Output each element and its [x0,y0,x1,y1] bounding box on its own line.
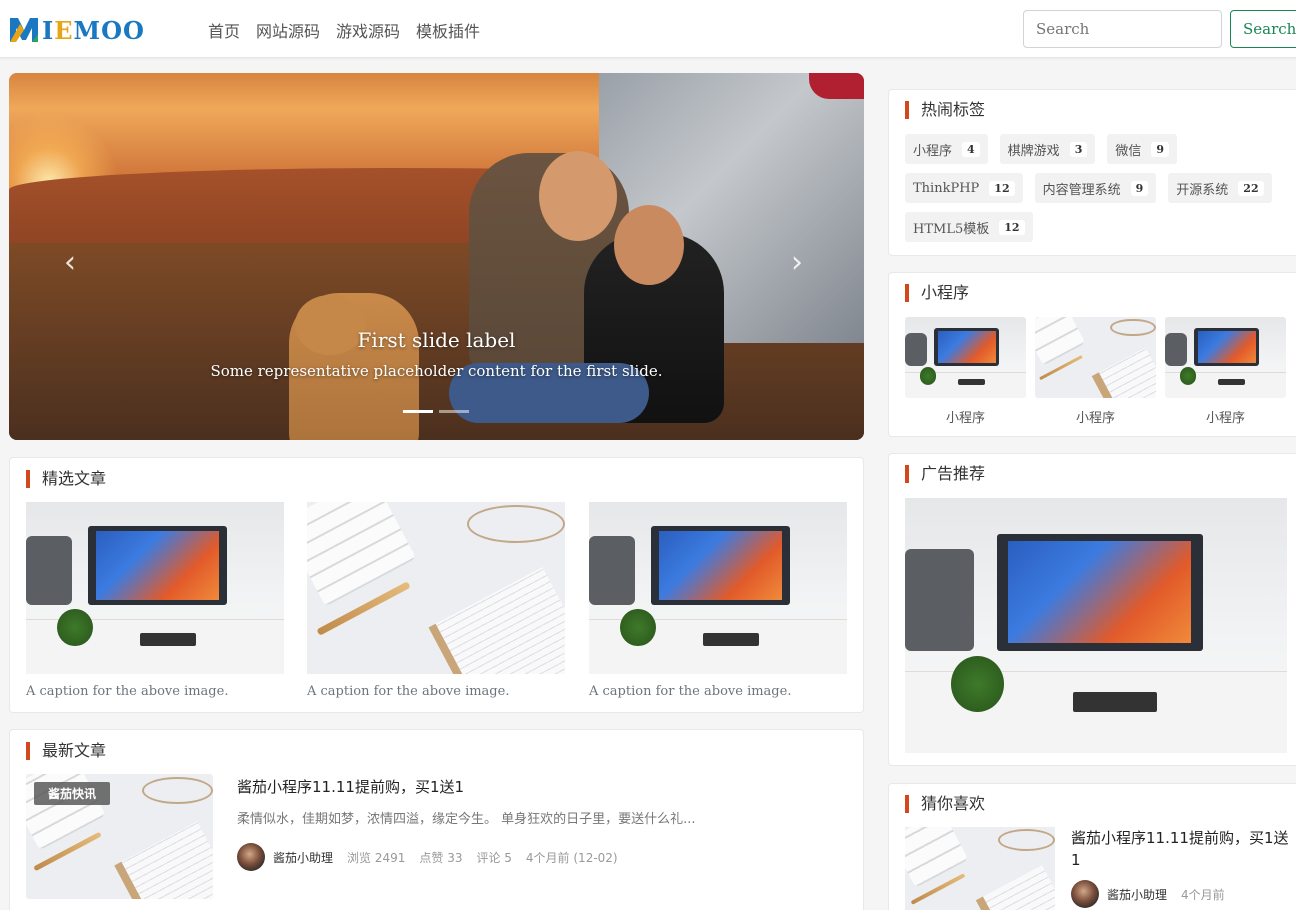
nav-item-site-source[interactable]: 网站源码 [256,18,320,42]
mini-title: 小程序 [905,284,969,302]
chevron-right-icon[interactable]: › [791,245,803,280]
chevron-left-icon[interactable]: ‹ [64,245,76,280]
guess-article-title[interactable]: 酱茄小程序11.11提前购，买1送1 [1071,827,1295,871]
carousel-indicator-2[interactable] [439,410,469,413]
search-input[interactable] [1023,10,1222,48]
mini-program-label[interactable]: 小程序 [1035,407,1156,426]
mini-programs-card: 小程序 小程序 小程序 小程序 [888,272,1296,437]
post-time: 4个月前 (12-02) [525,850,618,865]
tag-item[interactable]: ThinkPHP 12 [905,173,1023,203]
featured-articles-card: 精选文章 A caption for the above image. A ca… [9,457,864,713]
latest-article-excerpt: 柔情似水，佳期如梦，浓情四溢，缘定今生。 单身狂欢的日子里，要送什么礼... [237,812,696,827]
featured-image[interactable] [307,502,565,674]
hero-carousel: ‹ › First slide label Some representativ… [9,73,864,440]
guess-article-image[interactable] [905,827,1055,910]
latest-article-title[interactable]: 酱茄小程序11.11提前购，买1送1 [237,776,464,797]
mini-program-image[interactable] [905,317,1026,398]
tag-count: 12 [999,219,1025,235]
hot-tags-card: 热闹标签 小程序 4 棋牌游戏 3 微信 9 ThinkPHP 12 内容管理系统 9 开… [888,89,1296,256]
guess-title: 猜你喜欢 [905,795,985,813]
tag-count: 9 [1151,141,1170,157]
carousel-caption-title: First slide label [357,328,516,352]
navbar: IEMOO 首页 网站源码 游戏源码 模板插件 Search [0,0,1296,58]
author-name[interactable]: 酱茄小助理 [273,849,333,866]
ad-image[interactable] [905,498,1287,753]
mini-program-label[interactable]: 小程序 [905,407,1026,426]
tag-item[interactable]: 小程序 4 [905,134,988,164]
author-name[interactable]: 酱茄小助理 [1107,886,1167,903]
search-button[interactable]: Search [1230,10,1296,48]
tag-item[interactable]: 开源系统 22 [1168,173,1272,203]
m-logo-icon [10,18,38,42]
tag-item[interactable]: HTML5模板 12 [905,212,1033,242]
guess-you-like-card: 猜你喜欢 酱茄小程序11.11提前购，买1送1 酱茄小助理 4个月前 [888,783,1296,910]
category-badge[interactable]: 酱茄快讯 [34,782,111,805]
featured-image[interactable] [589,502,847,674]
featured-caption: A caption for the above image. [589,684,792,699]
tags-title: 热闹标签 [905,101,985,119]
guess-article-meta: 酱茄小助理 4个月前 [1071,880,1225,908]
mini-program-image[interactable] [1035,317,1156,398]
view-count: 浏览 2491 [347,850,406,865]
mini-program-label[interactable]: 小程序 [1165,407,1286,426]
tag-count: 12 [989,180,1015,196]
main-nav: 首页 网站源码 游戏源码 模板插件 [208,18,480,42]
nav-item-home[interactable]: 首页 [208,18,240,42]
featured-image[interactable] [26,502,284,674]
featured-item[interactable]: A caption for the above image. [589,502,847,699]
carousel-caption-text: Some representative placeholder content … [210,362,663,380]
featured-caption: A caption for the above image. [307,684,510,699]
nav-item-templates[interactable]: 模板插件 [416,18,480,42]
post-time: 4个月前 [1181,887,1225,902]
latest-article-image[interactable]: 酱茄快讯 [26,774,213,899]
ads-card: 广告推荐 [888,453,1296,766]
mini-program-item[interactable]: 小程序 [1165,317,1286,426]
avatar[interactable] [237,843,265,871]
latest-title: 最新文章 [26,742,106,760]
carousel-indicators [403,410,469,413]
tag-count: 22 [1238,180,1264,196]
tag-count: 3 [1069,141,1088,157]
tag-count: 9 [1130,180,1149,196]
tag-list: 小程序 4 棋牌游戏 3 微信 9 ThinkPHP 12 内容管理系统 9 开源系统 22… [905,134,1295,242]
comment-count: 评论 5 [476,850,512,865]
featured-item[interactable]: A caption for the above image. [307,502,565,699]
avatar[interactable] [1071,880,1099,908]
carousel-indicator-1[interactable] [403,410,433,413]
site-logo[interactable]: IEMOO [8,13,145,47]
mini-program-item[interactable]: 小程序 [1035,317,1156,426]
logo-text: IEMOO [42,15,145,45]
latest-article-meta: 酱茄小助理 浏览 2491 点赞 33 评论 5 4个月前 (12-02) [237,843,618,871]
tag-item[interactable]: 内容管理系统 9 [1034,173,1157,203]
tag-item[interactable]: 微信 9 [1107,134,1178,164]
ads-title: 广告推荐 [905,465,985,483]
tag-count: 4 [962,141,980,157]
like-count: 点赞 33 [419,850,463,865]
featured-caption: A caption for the above image. [26,684,229,699]
latest-articles-card: 最新文章 酱茄快讯 酱茄小程序11.11提前购，买1送1 柔情似水，佳期如梦，浓… [9,729,864,910]
mini-program-item[interactable]: 小程序 [905,317,1026,426]
featured-title: 精选文章 [26,470,106,488]
nav-item-game-source[interactable]: 游戏源码 [336,18,400,42]
tag-item[interactable]: 棋牌游戏 3 [999,134,1096,164]
featured-item[interactable]: A caption for the above image. [26,502,284,699]
mini-program-image[interactable] [1165,317,1286,398]
